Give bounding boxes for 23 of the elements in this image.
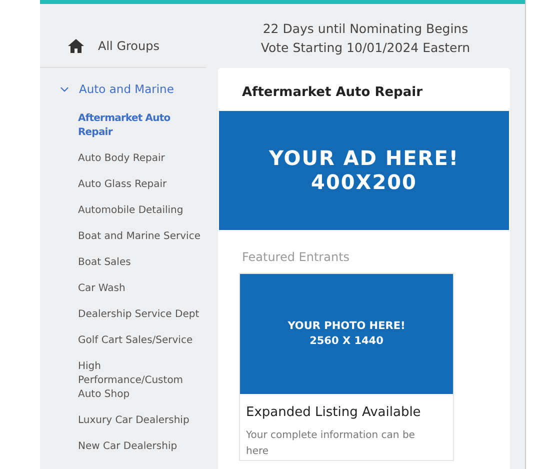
sidebar-item[interactable]: Boat and Marine Service: [78, 230, 204, 244]
sidebar-item[interactable]: Golf Cart Sales/Service: [78, 334, 204, 348]
home-icon: [68, 39, 84, 53]
all-groups-link[interactable]: All Groups: [68, 37, 160, 55]
sidebar-item[interactable]: Car Wash: [78, 282, 204, 296]
entrant-description: Your complete information can be here: [246, 429, 416, 459]
category-title: Aftermarket Auto Repair: [242, 84, 424, 102]
sidebar-item[interactable]: Dealership Service Dept: [78, 308, 204, 322]
countdown-text: Vote Starting 10/01/2024 Eastern: [260, 39, 470, 57]
featured-heading: Featured Entrants: [242, 248, 351, 266]
sidebar-item[interactable]: Automobile Detailing: [78, 204, 204, 218]
sidebar-item[interactable]: High Performance/Custom Auto Shop: [78, 360, 204, 402]
group-toggle[interactable]: Auto and Marine: [40, 81, 206, 98]
sidebar-item[interactable]: Luxury Car Dealership: [78, 414, 204, 428]
photo-placeholder-text: YOUR PHOTO HERE! 2560 X 1440: [288, 318, 406, 348]
sidebar-item[interactable]: Boat Sales: [78, 256, 204, 270]
sidebar-item[interactable]: Auto Glass Repair: [78, 178, 204, 192]
sidebar-item[interactable]: Auto Body Repair: [78, 152, 204, 166]
sidebar-item[interactable]: Aftermarket Auto Repair: [78, 112, 204, 140]
entrant-title: Expanded Listing Available: [246, 404, 422, 422]
sidebar-item[interactable]: New Car Dealership: [78, 440, 204, 454]
ad-banner-text: YOUR AD HERE! 400X200: [268, 146, 459, 194]
countdown-text: 22 Days until Nominating Begins: [262, 20, 468, 38]
